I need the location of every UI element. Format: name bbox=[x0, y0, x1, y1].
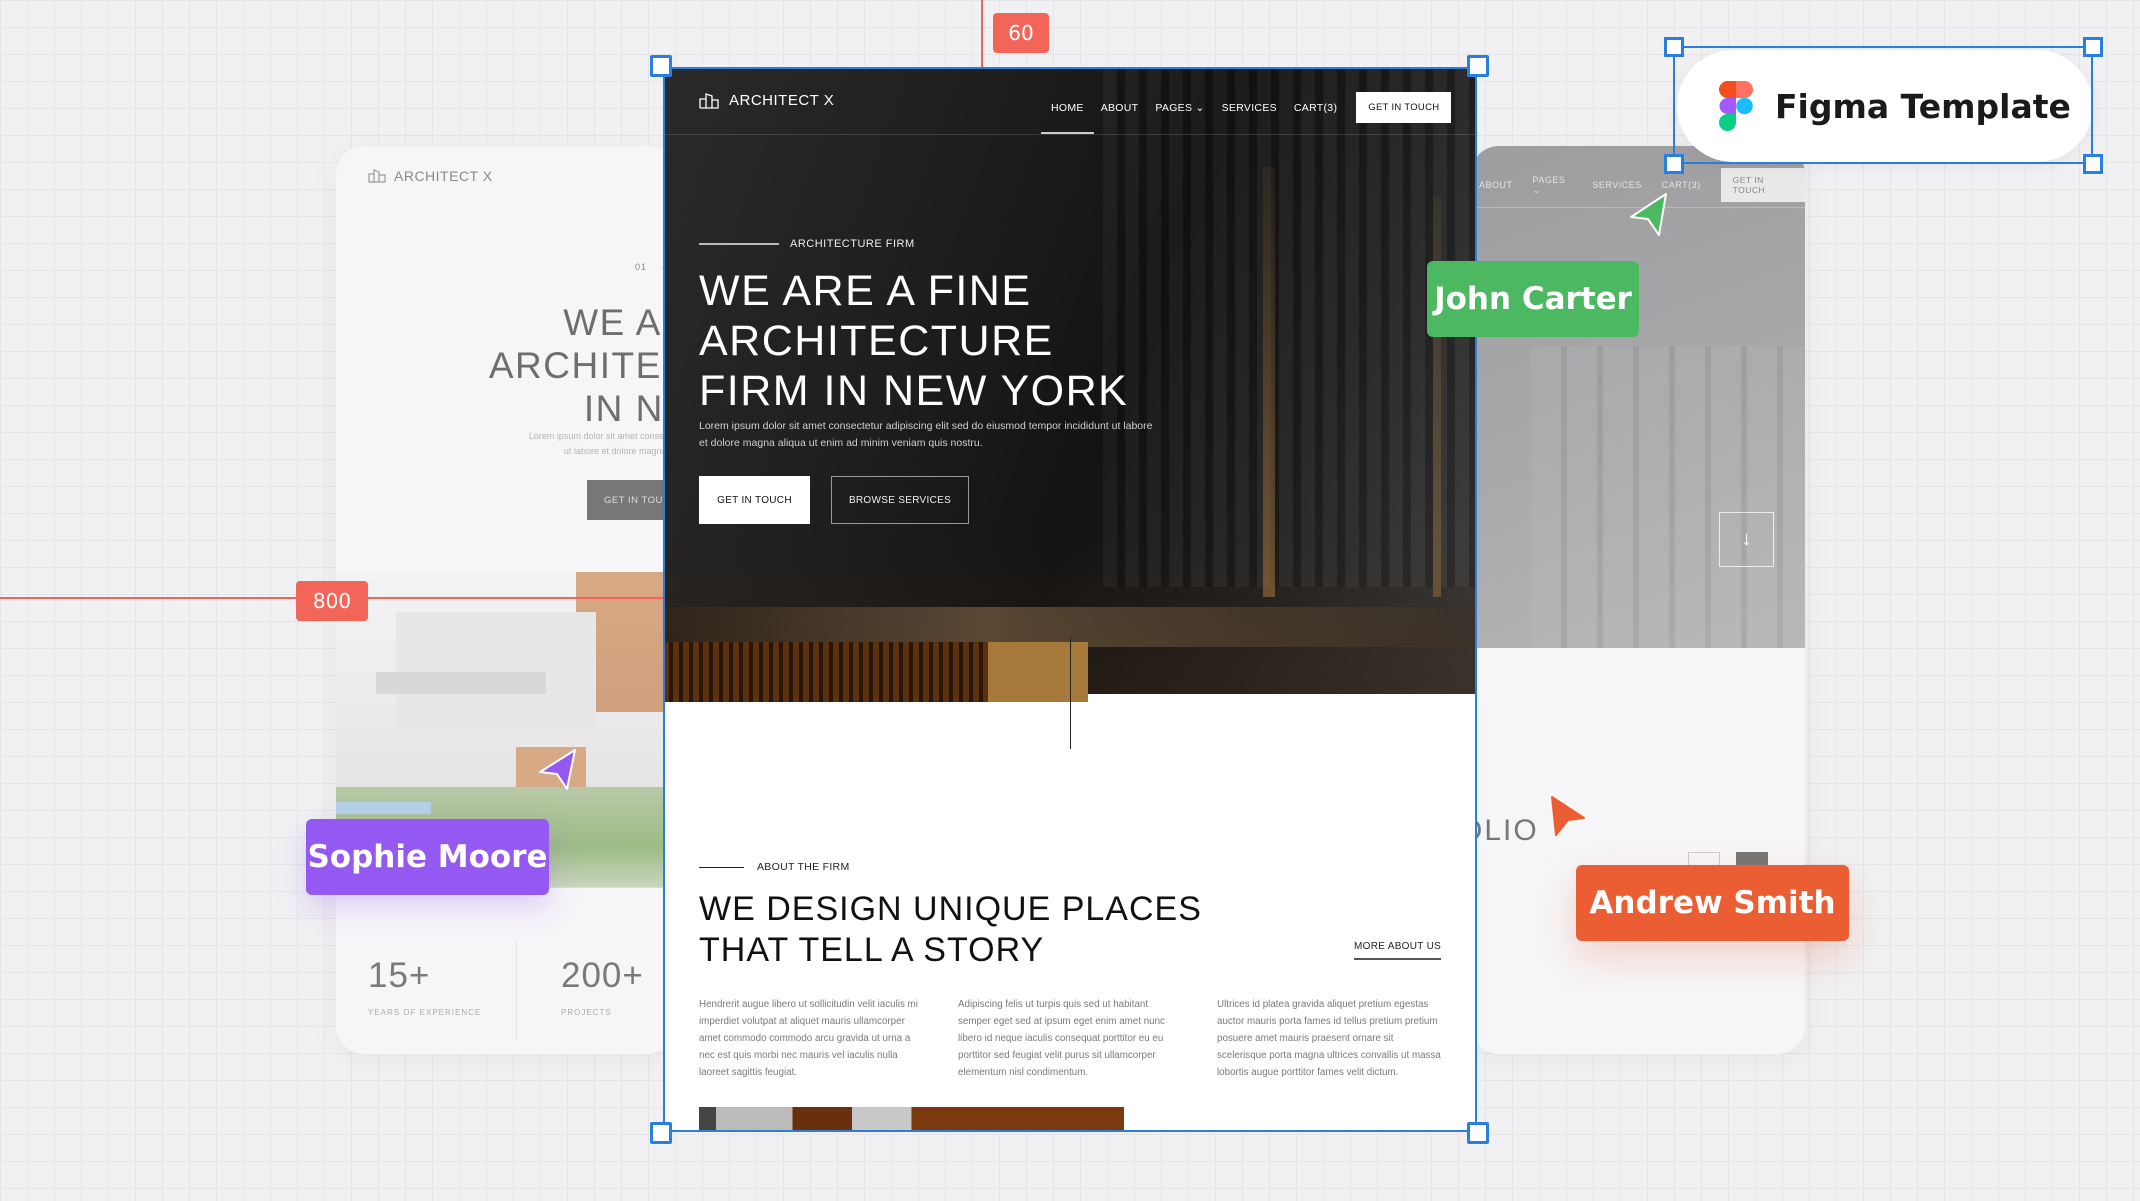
nav-divider bbox=[663, 134, 1477, 135]
chevron-down-icon: ⌄ bbox=[1195, 101, 1205, 114]
hero-lead: Lorem ipsum dolor sit amet consectetur a… bbox=[699, 420, 1153, 449]
left-card-subtitle: Lorem ipsum dolor sit amet consecte ut l… bbox=[346, 429, 676, 459]
nav-item-label: PAGES bbox=[1155, 101, 1193, 114]
building-facade bbox=[1531, 346, 1805, 648]
nav-item-cart[interactable]: CART(3) bbox=[1294, 102, 1337, 114]
hero-title: WE ARE A FINE ARCHITECTURE FIRM IN NEW Y… bbox=[699, 267, 1129, 415]
about-column: Adipiscing felis ut turpis quis sed ut h… bbox=[958, 999, 1165, 1078]
resize-handle-bottom-right[interactable] bbox=[1467, 1122, 1489, 1144]
browse-services-button[interactable]: BROWSE SERVICES bbox=[831, 476, 969, 524]
eyebrow-line bbox=[699, 867, 744, 868]
house-pool bbox=[336, 802, 431, 814]
title-line: WE AR bbox=[563, 302, 676, 343]
badge-selection-box bbox=[1673, 46, 2093, 164]
about-column: Ultrices id platea gravida aliquet preti… bbox=[1217, 999, 1441, 1078]
resize-handle-top-left[interactable] bbox=[1664, 37, 1684, 57]
main-frame[interactable]: ARCHITECT X HOME ABOUT PAGES ⌄ SERVICES … bbox=[663, 67, 1477, 1132]
get-in-touch-button[interactable]: GET IN TOUCH bbox=[1720, 168, 1805, 202]
scroll-down-button[interactable]: ↓ bbox=[1719, 512, 1774, 567]
arrow-down-icon: ↓ bbox=[1741, 528, 1752, 550]
collaborator-label-sophie: Sophie Moore bbox=[306, 819, 549, 895]
subtitle-line: ut labore et dolore magna al bbox=[563, 446, 676, 456]
nav-item-home[interactable]: HOME bbox=[1041, 102, 1094, 134]
nav-get-in-touch-button[interactable]: GET IN TOUCH bbox=[1356, 92, 1452, 123]
cursor-arrow-icon bbox=[539, 749, 576, 790]
nav-item-about[interactable]: ABOUT bbox=[1101, 102, 1139, 114]
resize-handle-bottom-right[interactable] bbox=[2083, 154, 2103, 174]
left-card-logo: ARCHITECT X bbox=[368, 168, 493, 184]
wood-slats bbox=[663, 642, 1023, 702]
vertical-ruler-guide bbox=[981, 0, 983, 67]
gallery-image-strip bbox=[699, 1107, 1124, 1132]
chevron-down-icon: ⌄ bbox=[1532, 184, 1541, 195]
subtitle-line: Lorem ipsum dolor sit amet consecte bbox=[528, 431, 676, 441]
building-logo-icon bbox=[368, 169, 386, 183]
site-logo[interactable]: ARCHITECT X bbox=[699, 92, 834, 109]
nav-item-services[interactable]: SERVICES bbox=[1222, 102, 1277, 114]
building-logo-icon bbox=[699, 92, 719, 109]
stat-projects-label: PROJECTS bbox=[561, 1008, 612, 1017]
section-divider-line bbox=[1070, 637, 1071, 749]
resize-handle-top-left[interactable] bbox=[650, 55, 672, 77]
slide-number: 01 bbox=[635, 262, 648, 272]
lit-door bbox=[988, 642, 1088, 702]
nav-item-cart[interactable]: CART(3) bbox=[1662, 180, 1701, 190]
logo-text: ARCHITECT X bbox=[394, 168, 493, 184]
ruler-measurement-badge: 800 bbox=[296, 581, 368, 621]
building-facade bbox=[1103, 67, 1477, 587]
nav-item-pages[interactable]: PAGES ⌄ bbox=[1155, 102, 1204, 114]
resize-handle-top-right[interactable] bbox=[1467, 55, 1489, 77]
more-about-us-link[interactable]: MORE ABOUT US bbox=[1354, 941, 1442, 960]
left-preview-card: ARCHITECT X 01 WE AR ARCHITEC IN NE Lore… bbox=[336, 146, 676, 1054]
stat-years-value: 15+ bbox=[368, 956, 431, 995]
about-eyebrow: ABOUT THE FIRM bbox=[757, 861, 850, 873]
about-column: Hendrerit augue libero ut sollicitudin v… bbox=[699, 999, 918, 1078]
logo-text: ARCHITECT X bbox=[729, 92, 835, 109]
cursor-arrow-icon bbox=[1551, 796, 1585, 836]
stats-divider bbox=[516, 939, 517, 1039]
nav-item-services[interactable]: SERVICES bbox=[1592, 180, 1641, 190]
light-strip bbox=[1263, 167, 1275, 597]
resize-handle-bottom-left[interactable] bbox=[650, 1122, 672, 1144]
house-overhang bbox=[376, 672, 546, 694]
hero-eyebrow: ARCHITECTURE FIRM bbox=[790, 238, 915, 250]
portfolio-heading: OLIO bbox=[1471, 814, 1539, 847]
eyebrow-line bbox=[699, 243, 779, 245]
nav-item-about[interactable]: ABOUT bbox=[1479, 180, 1513, 190]
stat-projects-value: 200+ bbox=[561, 956, 644, 995]
title-line: IN NE bbox=[583, 388, 676, 429]
cursor-arrow-icon bbox=[1630, 193, 1667, 236]
collaborator-label-john: John Carter bbox=[1427, 261, 1639, 337]
resize-handle-top-right[interactable] bbox=[2083, 37, 2103, 57]
nav-item-pages[interactable]: PAGES ⌄ bbox=[1533, 175, 1573, 196]
get-in-touch-button[interactable]: GET IN TOUCH bbox=[699, 476, 810, 524]
light-strip bbox=[1433, 197, 1441, 597]
collaborator-label-andrew: Andrew Smith bbox=[1576, 865, 1849, 941]
stat-years-label: YEARS OF EXPERIENCE bbox=[368, 1008, 482, 1017]
nav-item-label: PAGES bbox=[1532, 174, 1566, 185]
ruler-measurement-badge: 60 bbox=[993, 13, 1049, 53]
about-title: WE DESIGN UNIQUE PLACES THAT TELL A STOR… bbox=[699, 890, 1202, 969]
title-line: ARCHITEC bbox=[488, 345, 676, 386]
main-nav: HOME ABOUT PAGES ⌄ SERVICES CART(3) GET … bbox=[1041, 92, 1452, 134]
left-card-title: WE AR ARCHITEC IN NE bbox=[350, 301, 676, 430]
resize-handle-bottom-left[interactable] bbox=[1664, 154, 1684, 174]
